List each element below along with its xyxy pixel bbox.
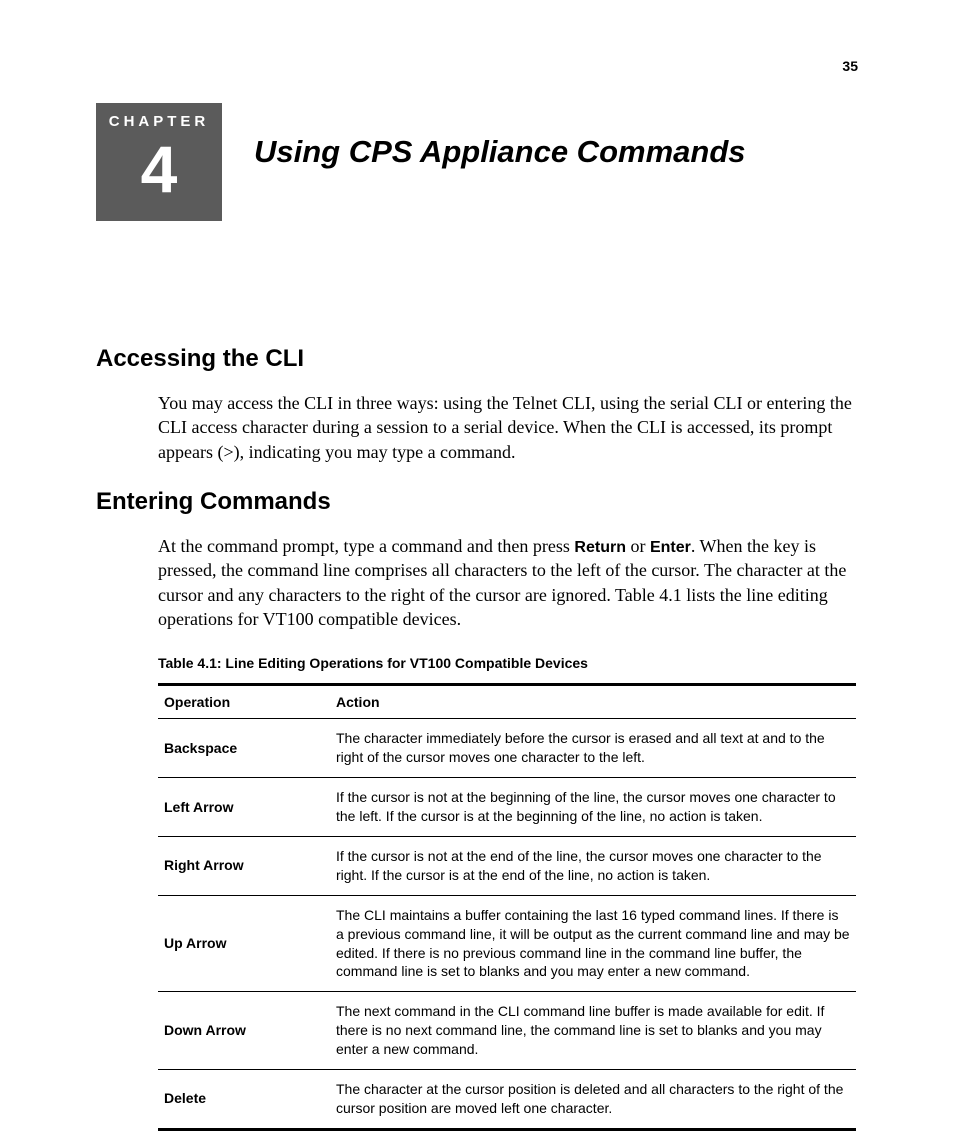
heading-accessing-cli: Accessing the CLI [96,345,858,373]
cell-action: The character immediately before the cur… [330,719,856,778]
table-header-row: Operation Action [158,685,856,719]
table-row: Right Arrow If the cursor is not at the … [158,836,856,895]
para-text: or [626,536,650,556]
cell-action: If the cursor is not at the end of the l… [330,836,856,895]
chapter-block: CHAPTER 4 [96,103,222,221]
table-row: Down Arrow The next command in the CLI c… [158,992,856,1070]
cell-operation: Delete [158,1069,330,1129]
cell-action: If the cursor is not at the beginning of… [330,778,856,837]
content-area: Accessing the CLI You may access the CLI… [96,345,858,1131]
keyword-return: Return [574,539,626,556]
table-row: Left Arrow If the cursor is not at the b… [158,778,856,837]
operations-table: Operation Action Backspace The character… [158,683,856,1130]
table-row: Up Arrow The CLI maintains a buffer cont… [158,895,856,992]
cell-operation: Backspace [158,719,330,778]
table-caption: Table 4.1: Line Editing Operations for V… [158,655,858,671]
page-number: 35 [842,58,858,74]
cell-action: The character at the cursor position is … [330,1069,856,1129]
heading-entering-commands: Entering Commands [96,488,858,516]
table-row: Backspace The character immediately befo… [158,719,856,778]
cell-operation: Up Arrow [158,895,330,992]
chapter-number: 4 [96,136,222,202]
cell-operation: Down Arrow [158,992,330,1070]
keyword-enter: Enter [650,539,691,556]
cell-operation: Right Arrow [158,836,330,895]
para-entering-commands: At the command prompt, type a command an… [158,534,858,631]
chapter-label: CHAPTER [96,103,222,130]
col-header-operation: Operation [158,685,330,719]
page: 35 CHAPTER 4 Using CPS Appliance Command… [0,0,954,1145]
table-row: Delete The character at the cursor posit… [158,1069,856,1129]
cell-operation: Left Arrow [158,778,330,837]
cell-action: The CLI maintains a buffer containing th… [330,895,856,992]
para-accessing-cli: You may access the CLI in three ways: us… [158,391,858,464]
col-header-action: Action [330,685,856,719]
para-text: At the command prompt, type a command an… [158,536,574,556]
cell-action: The next command in the CLI command line… [330,992,856,1070]
chapter-title: Using CPS Appliance Commands [254,134,746,170]
